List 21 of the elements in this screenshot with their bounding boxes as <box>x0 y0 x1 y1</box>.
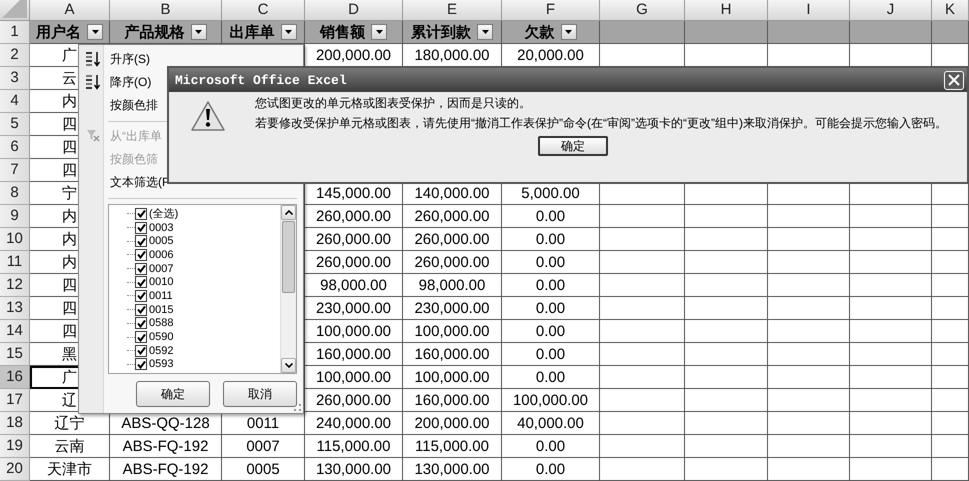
list-item-label: 0588 <box>149 317 174 330</box>
list-item-label: 0592 <box>149 344 174 357</box>
column-title: 销售额 <box>320 22 365 42</box>
column-title: 欠款 <box>524 22 554 42</box>
list-item-label: 0015 <box>149 304 174 316</box>
dialog-title: Microsoft Office Excel <box>175 72 347 88</box>
column-title: 出库单 <box>230 22 274 42</box>
dialog-message: 您试图更改的单元格或图表受保护，因而是只读的。 <box>255 96 532 110</box>
list-item-label: 0006 <box>149 248 174 261</box>
list-item-label: 0005 <box>149 235 174 248</box>
list-item-label: 0007 <box>149 262 174 275</box>
list-item-label: 0010 <box>149 276 174 288</box>
list-item-label: (全选) <box>149 208 178 220</box>
column-title: 产品规格 <box>124 22 184 42</box>
column-title: 用户名 <box>36 22 81 42</box>
dialog-message: 若要修改受保护单元格或图表，请先使用“撤消工作表保护”命令(在“审阅”选项卡的“更改”组中)来取消保护。可能会提示您输入密码。 <box>255 116 948 130</box>
list-item-label: 0011 <box>149 290 173 302</box>
list-item-label: 0003 <box>149 222 174 234</box>
column-title: 累计到款 <box>411 22 471 42</box>
list-item-label: 0593 <box>149 358 174 370</box>
list-item-label: 0590 <box>149 331 174 344</box>
